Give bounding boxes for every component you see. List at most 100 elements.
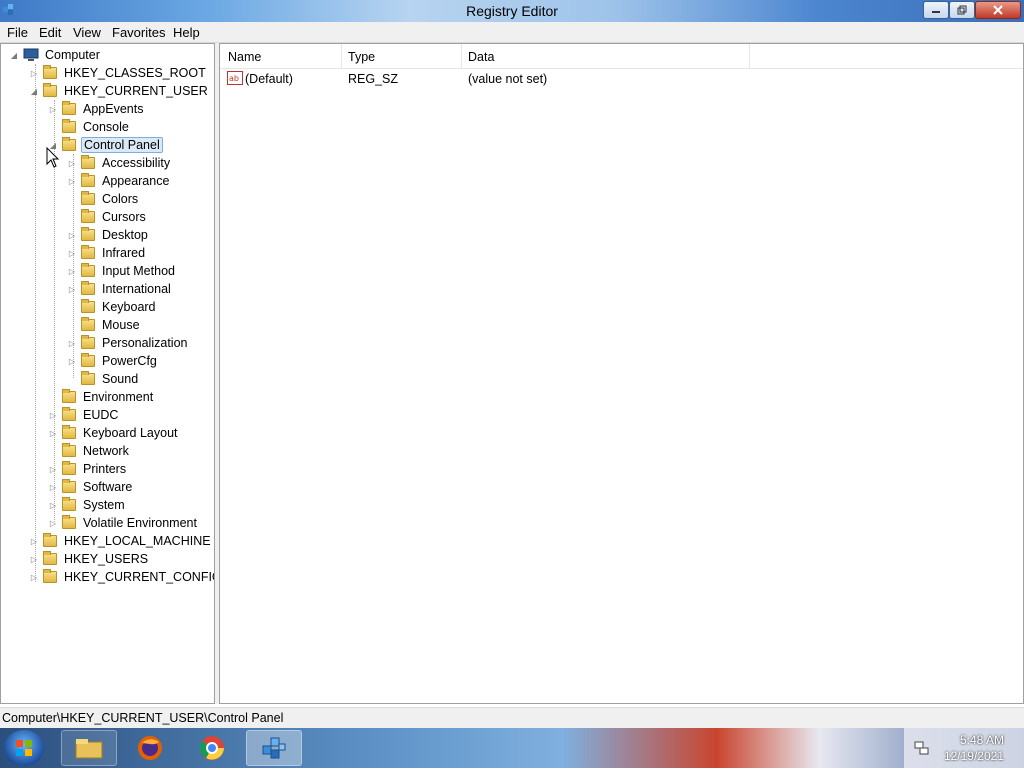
taskbar: 5:48 AM 12/19/2021	[0, 728, 1024, 768]
start-button[interactable]	[4, 730, 44, 766]
tree-label: HKEY_CLASSES_ROOT	[64, 66, 206, 80]
tree-node-computer[interactable]: ◢ Computer	[9, 46, 102, 64]
tree-label: Software	[83, 480, 133, 494]
tree-node-personalization[interactable]: ▷ Personalization	[67, 334, 189, 352]
expand-arrow-icon[interactable]: ▷	[29, 572, 39, 582]
tree-label: Environment	[83, 390, 154, 404]
expand-arrow-icon[interactable]: ▷	[67, 158, 77, 168]
tree-node-sound[interactable]: Sound	[67, 370, 140, 388]
tree-label: Infrared	[102, 246, 146, 260]
tree-node-system[interactable]: ▷ System	[48, 496, 127, 514]
folder-icon	[81, 371, 95, 385]
expand-arrow-icon[interactable]: ▷	[48, 410, 58, 420]
tree-node-software[interactable]: ▷ Software	[48, 478, 134, 496]
tree-node-network[interactable]: Network	[48, 442, 131, 460]
tree-node-appearance[interactable]: ▷ Appearance	[67, 172, 171, 190]
tree-label: Cursors	[102, 210, 146, 224]
column-header-name[interactable]: Name	[228, 50, 261, 64]
expand-arrow-icon[interactable]: ▷	[67, 230, 77, 240]
tree-node-hkey-current-config[interactable]: ▷ HKEY_CURRENT_CONFIG	[29, 568, 214, 586]
tree-node-hkey-local-machine[interactable]: ▷ HKEY_LOCAL_MACHINE	[29, 532, 213, 550]
expand-arrow-icon[interactable]: ▷	[67, 356, 77, 366]
collapse-arrow-icon[interactable]: ◢	[29, 86, 39, 96]
expand-arrow-icon[interactable]: ▷	[48, 428, 58, 438]
close-button[interactable]	[975, 1, 1021, 19]
expand-arrow-icon[interactable]: ▷	[29, 554, 39, 564]
column-header-data[interactable]: Data	[468, 50, 494, 64]
tree-node-infrared[interactable]: ▷ Infrared	[67, 244, 147, 262]
menu-edit[interactable]: Edit	[39, 25, 61, 40]
tree-node-mouse[interactable]: Mouse	[67, 316, 142, 334]
tree-node-keyboard-layout[interactable]: ▷ Keyboard Layout	[48, 424, 180, 442]
tree-node-accessibility[interactable]: ▷ Accessibility	[67, 154, 172, 172]
folder-icon	[43, 65, 57, 79]
tree-node-international[interactable]: ▷ International	[67, 280, 173, 298]
tree-node-desktop[interactable]: ▷ Desktop	[67, 226, 150, 244]
taskbar-firefox[interactable]	[122, 730, 178, 766]
column-header-type[interactable]: Type	[348, 50, 375, 64]
minimize-button[interactable]	[923, 1, 949, 19]
taskbar-explorer[interactable]	[61, 730, 117, 766]
folder-icon	[81, 353, 95, 367]
tree-node-appevents[interactable]: ▷ AppEvents	[48, 100, 145, 118]
folder-icon	[81, 191, 95, 205]
chrome-icon	[200, 736, 224, 760]
folder-icon	[81, 245, 95, 259]
tree-node-environment[interactable]: Environment	[48, 388, 155, 406]
expand-arrow-icon[interactable]: ▷	[67, 284, 77, 294]
restore-button[interactable]	[949, 1, 975, 19]
tree-node-console[interactable]: Console	[48, 118, 131, 136]
tree-node-cursors[interactable]: Cursors	[67, 208, 148, 226]
folder-icon	[43, 551, 57, 565]
tree-node-printers[interactable]: ▷ Printers	[48, 460, 128, 478]
tree-node-input-method[interactable]: ▷ Input Method	[67, 262, 177, 280]
tree-label: Printers	[83, 462, 127, 476]
tree-label: Keyboard	[102, 300, 156, 314]
values-list[interactable]: Name Type Data ab (Default) REG_SZ (valu…	[219, 43, 1024, 704]
system-tray: 5:48 AM 12/19/2021	[904, 728, 1024, 768]
clock-time[interactable]: 5:48 AM	[960, 733, 1004, 747]
registry-tree[interactable]: ◢ Computer ▷ HKEY_CLASSES_ROOT ◢ HKEY_CU…	[0, 43, 215, 704]
tree-node-volatile-environment[interactable]: ▷ Volatile Environment	[48, 514, 199, 532]
menu-favorites[interactable]: Favorites	[112, 25, 165, 40]
expand-arrow-icon[interactable]: ▷	[67, 266, 77, 276]
collapse-arrow-icon[interactable]: ◢	[9, 50, 19, 60]
tree-node-control-panel[interactable]: ◢ Control Panel	[48, 136, 163, 154]
expand-arrow-icon[interactable]: ▷	[48, 518, 58, 528]
expand-arrow-icon[interactable]: ▷	[67, 176, 77, 186]
tree-label: Network	[83, 444, 129, 458]
expand-arrow-icon[interactable]: ▷	[48, 482, 58, 492]
expand-arrow-icon[interactable]: ▷	[48, 464, 58, 474]
folder-icon	[43, 533, 57, 547]
folder-icon	[81, 209, 95, 223]
tree-node-colors[interactable]: Colors	[67, 190, 140, 208]
menu-file[interactable]: File	[7, 25, 28, 40]
string-value-icon: ab	[227, 71, 243, 85]
clock-date[interactable]: 12/19/2021	[944, 749, 1004, 763]
expand-arrow-icon[interactable]: ▷	[48, 104, 58, 114]
window-title: Registry Editor	[466, 3, 558, 19]
expand-arrow-icon[interactable]: ▷	[67, 248, 77, 258]
taskbar-chrome[interactable]	[184, 730, 240, 766]
tree-label: EUDC	[83, 408, 119, 422]
tree-label: HKEY_CURRENT_USER	[64, 84, 208, 98]
tree-node-keyboard[interactable]: Keyboard	[67, 298, 158, 316]
tree-node-hkey-classes-root[interactable]: ▷ HKEY_CLASSES_ROOT	[29, 64, 208, 82]
tree-node-powercfg[interactable]: ▷ PowerCfg	[67, 352, 159, 370]
tree-node-hkey-users[interactable]: ▷ HKEY_USERS	[29, 550, 150, 568]
value-name: (Default)	[245, 72, 293, 86]
expand-arrow-icon[interactable]: ▷	[67, 338, 77, 348]
tree-node-hkey-current-user[interactable]: ◢ HKEY_CURRENT_USER	[29, 82, 210, 100]
menu-help[interactable]: Help	[173, 25, 200, 40]
expand-arrow-icon[interactable]: ▷	[48, 500, 58, 510]
folder-icon	[43, 569, 57, 583]
expand-arrow-icon[interactable]: ▷	[29, 536, 39, 546]
explorer-icon	[75, 739, 103, 759]
menu-view[interactable]: View	[73, 25, 101, 40]
taskbar-regedit[interactable]	[246, 730, 302, 766]
network-icon[interactable]	[914, 740, 930, 756]
tree-label: HKEY_LOCAL_MACHINE	[64, 534, 211, 548]
tree-label: AppEvents	[83, 102, 144, 116]
tree-node-eudc[interactable]: ▷ EUDC	[48, 406, 120, 424]
expand-arrow-icon[interactable]: ▷	[29, 68, 39, 78]
